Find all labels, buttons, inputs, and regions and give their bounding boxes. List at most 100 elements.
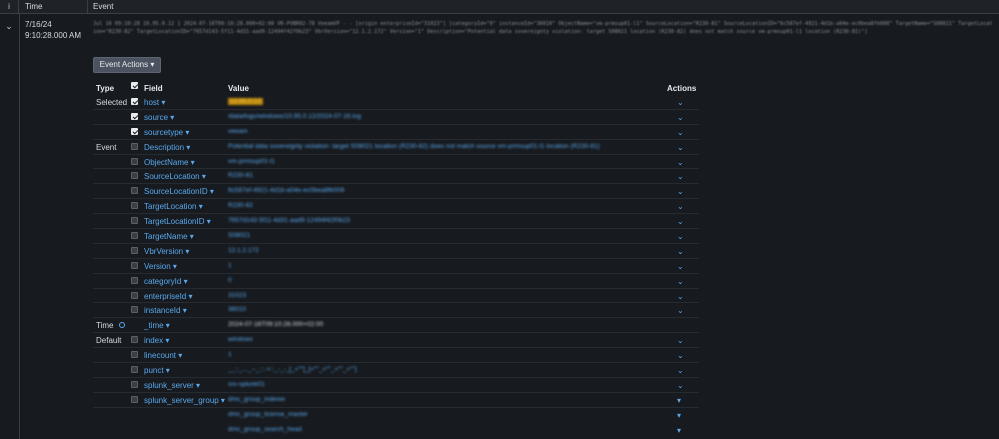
field-select-checkbox[interactable] <box>131 202 138 211</box>
field-value[interactable]: 36010 <box>228 306 246 313</box>
row-actions-chevron-icon[interactable]: ⌄ <box>677 366 684 375</box>
field-name-link[interactable]: punct ▾ <box>144 366 170 375</box>
field-value[interactable]: 12.1.2.172 <box>228 247 259 254</box>
row-actions-chevron-icon[interactable]: ⌄ <box>677 232 684 241</box>
row-actions-chevron-icon[interactable]: ▾ <box>677 426 681 435</box>
field-name-link[interactable]: VbrVersion ▾ <box>144 247 189 256</box>
row-actions-chevron-icon[interactable]: ⌄ <box>677 202 684 211</box>
field-select-checkbox[interactable] <box>131 336 138 345</box>
field-value[interactable]: dmc_group_indexer <box>228 396 285 403</box>
field-select-checkbox[interactable] <box>131 172 138 181</box>
row-actions-chevron-icon[interactable]: ⌄ <box>677 158 684 167</box>
field-name-link[interactable]: splunk_server ▾ <box>144 381 200 390</box>
field-value[interactable]: 1 <box>228 262 232 269</box>
field-select-checkbox[interactable] <box>131 366 138 375</box>
field-value[interactable]: dmc_group_search_head <box>228 426 302 433</box>
field-value[interactable]: dmc_group_license_master <box>228 411 308 418</box>
row-actions-chevron-icon[interactable]: ⌄ <box>677 113 684 122</box>
field-select-checkbox[interactable] <box>131 127 138 137</box>
field-select-checkbox[interactable] <box>131 232 138 241</box>
field-name-link[interactable]: host ▾ <box>144 98 165 107</box>
field-value[interactable]: 6c587ef-4921-4d1b-a04e-ec0bea8fb008 <box>228 187 344 194</box>
checkbox-icon <box>131 217 138 225</box>
checkbox-icon <box>131 157 138 165</box>
field-value[interactable]: 1 <box>228 351 232 358</box>
field-select-checkbox[interactable] <box>131 261 138 271</box>
field-name-link[interactable]: sourcetype ▾ <box>144 128 189 137</box>
field-select-checkbox[interactable] <box>131 98 138 107</box>
field-value[interactable]: S08021 <box>228 232 250 239</box>
field-name-link[interactable]: SourceLocation ▾ <box>144 172 206 181</box>
field-value[interactable]: 10.95.0.12 <box>228 98 263 105</box>
row-actions-chevron-icon[interactable]: ⌄ <box>677 247 684 256</box>
field-value[interactable]: Potential data sovereignty violation: ta… <box>228 143 600 150</box>
field-name-link[interactable]: index ▾ <box>144 336 169 345</box>
row-actions-chevron-icon[interactable]: ⌄ <box>677 262 684 271</box>
row-actions-chevron-icon[interactable]: ⌄ <box>677 172 684 181</box>
field-value[interactable]: R230-82 <box>228 202 253 209</box>
checkbox-icon <box>131 98 138 105</box>
row-actions-chevron-icon[interactable]: ▾ <box>677 411 681 420</box>
collapse-chevron-icon[interactable]: ⌄ <box>3 20 15 32</box>
event-timestamp: 7/16/24 9:10:28.000 AM <box>25 19 87 41</box>
row-actions-chevron-icon[interactable]: ⌄ <box>677 381 684 390</box>
checkbox-icon <box>131 351 138 359</box>
event-date: 7/16/24 <box>25 20 52 29</box>
field-value[interactable]: 2024-07-16T09:10:28.000+02:00 <box>228 321 323 328</box>
checkbox-icon <box>131 380 138 388</box>
row-actions-chevron-icon[interactable]: ⌄ <box>677 306 684 315</box>
checkbox-icon <box>131 276 138 284</box>
row-actions-chevron-icon[interactable]: ⌄ <box>677 143 684 152</box>
field-select-checkbox[interactable] <box>131 276 138 286</box>
field-select-checkbox[interactable] <box>131 306 138 315</box>
field-name-link[interactable]: enterpriseId ▾ <box>144 292 192 301</box>
field-select-checkbox[interactable] <box>131 246 138 256</box>
field-name-link[interactable]: linecount ▾ <box>144 351 182 360</box>
field-name-link[interactable]: TargetLocation ▾ <box>144 202 203 211</box>
field-select-checkbox[interactable] <box>131 187 138 196</box>
row-actions-chevron-icon[interactable]: ⌄ <box>677 98 684 107</box>
field-value[interactable]: 7657d143-5f11-4d31-aad9-12494f42f0b23 <box>228 217 350 224</box>
raw-event-text: Jul 16 09:10:28 10.95.0.12 1 2024-07-16T… <box>93 21 993 35</box>
row-actions-chevron-icon[interactable]: ⌄ <box>677 217 684 226</box>
field-select-checkbox[interactable] <box>131 380 138 390</box>
field-value[interactable]: srv-splunk01 <box>228 381 265 388</box>
field-name-link[interactable]: _time ▾ <box>144 321 170 330</box>
event-actions-button[interactable]: Event Actions ▾ <box>93 57 161 73</box>
row-actions-chevron-icon[interactable]: ⌄ <box>677 128 684 137</box>
select-all-checkbox[interactable] <box>131 82 138 91</box>
field-select-checkbox[interactable] <box>131 351 138 360</box>
field-value[interactable]: __::_..._--_:::.+::_-_-_[_=""]_[=""_=""_… <box>228 366 357 373</box>
field-name-link[interactable]: ObjectName ▾ <box>144 158 195 167</box>
field-name-link[interactable]: SourceLocationID ▾ <box>144 187 214 196</box>
field-select-checkbox[interactable] <box>131 112 138 122</box>
field-select-checkbox[interactable] <box>131 142 138 152</box>
field-value[interactable]: 0 <box>228 277 232 284</box>
field-row: SourceLocationID ▾ 6c587ef-4921-4d1b-a04e… <box>93 184 699 200</box>
field-value[interactable]: windows <box>228 336 253 343</box>
field-name-link[interactable]: categoryId ▾ <box>144 277 188 286</box>
field-value[interactable]: /data/logs/windows/10.95.0.12/2024-07-16… <box>228 113 361 120</box>
time-column-header[interactable]: Time <box>25 0 42 14</box>
row-actions-chevron-icon[interactable]: ⌄ <box>677 277 684 286</box>
field-select-checkbox[interactable] <box>131 395 138 405</box>
row-actions-chevron-icon[interactable]: ⌄ <box>677 187 684 196</box>
row-actions-chevron-icon[interactable]: ⌄ <box>677 336 684 345</box>
row-actions-chevron-icon[interactable]: ⌄ <box>677 292 684 301</box>
field-name-link[interactable]: Version ▾ <box>144 262 177 271</box>
row-actions-chevron-icon[interactable]: ▾ <box>677 396 681 405</box>
field-name-link[interactable]: Description ▾ <box>144 143 190 152</box>
field-name-link[interactable]: splunk_server_group ▾ <box>144 396 225 405</box>
field-value[interactable]: vm-prmsup01-l1 <box>228 158 275 165</box>
field-select-checkbox[interactable] <box>131 291 138 301</box>
field-value[interactable]: R230-81 <box>228 172 253 179</box>
field-name-link[interactable]: TargetName ▾ <box>144 232 194 241</box>
row-actions-chevron-icon[interactable]: ⌄ <box>677 351 684 360</box>
field-value[interactable]: 31023 <box>228 292 246 299</box>
field-name-link[interactable]: instanceId ▾ <box>144 306 187 315</box>
field-name-link[interactable]: source ▾ <box>144 113 174 122</box>
field-select-checkbox[interactable] <box>131 157 138 167</box>
field-name-link[interactable]: TargetLocationID ▾ <box>144 217 211 226</box>
field-value[interactable]: veeam <box>228 128 248 135</box>
field-select-checkbox[interactable] <box>131 217 138 226</box>
